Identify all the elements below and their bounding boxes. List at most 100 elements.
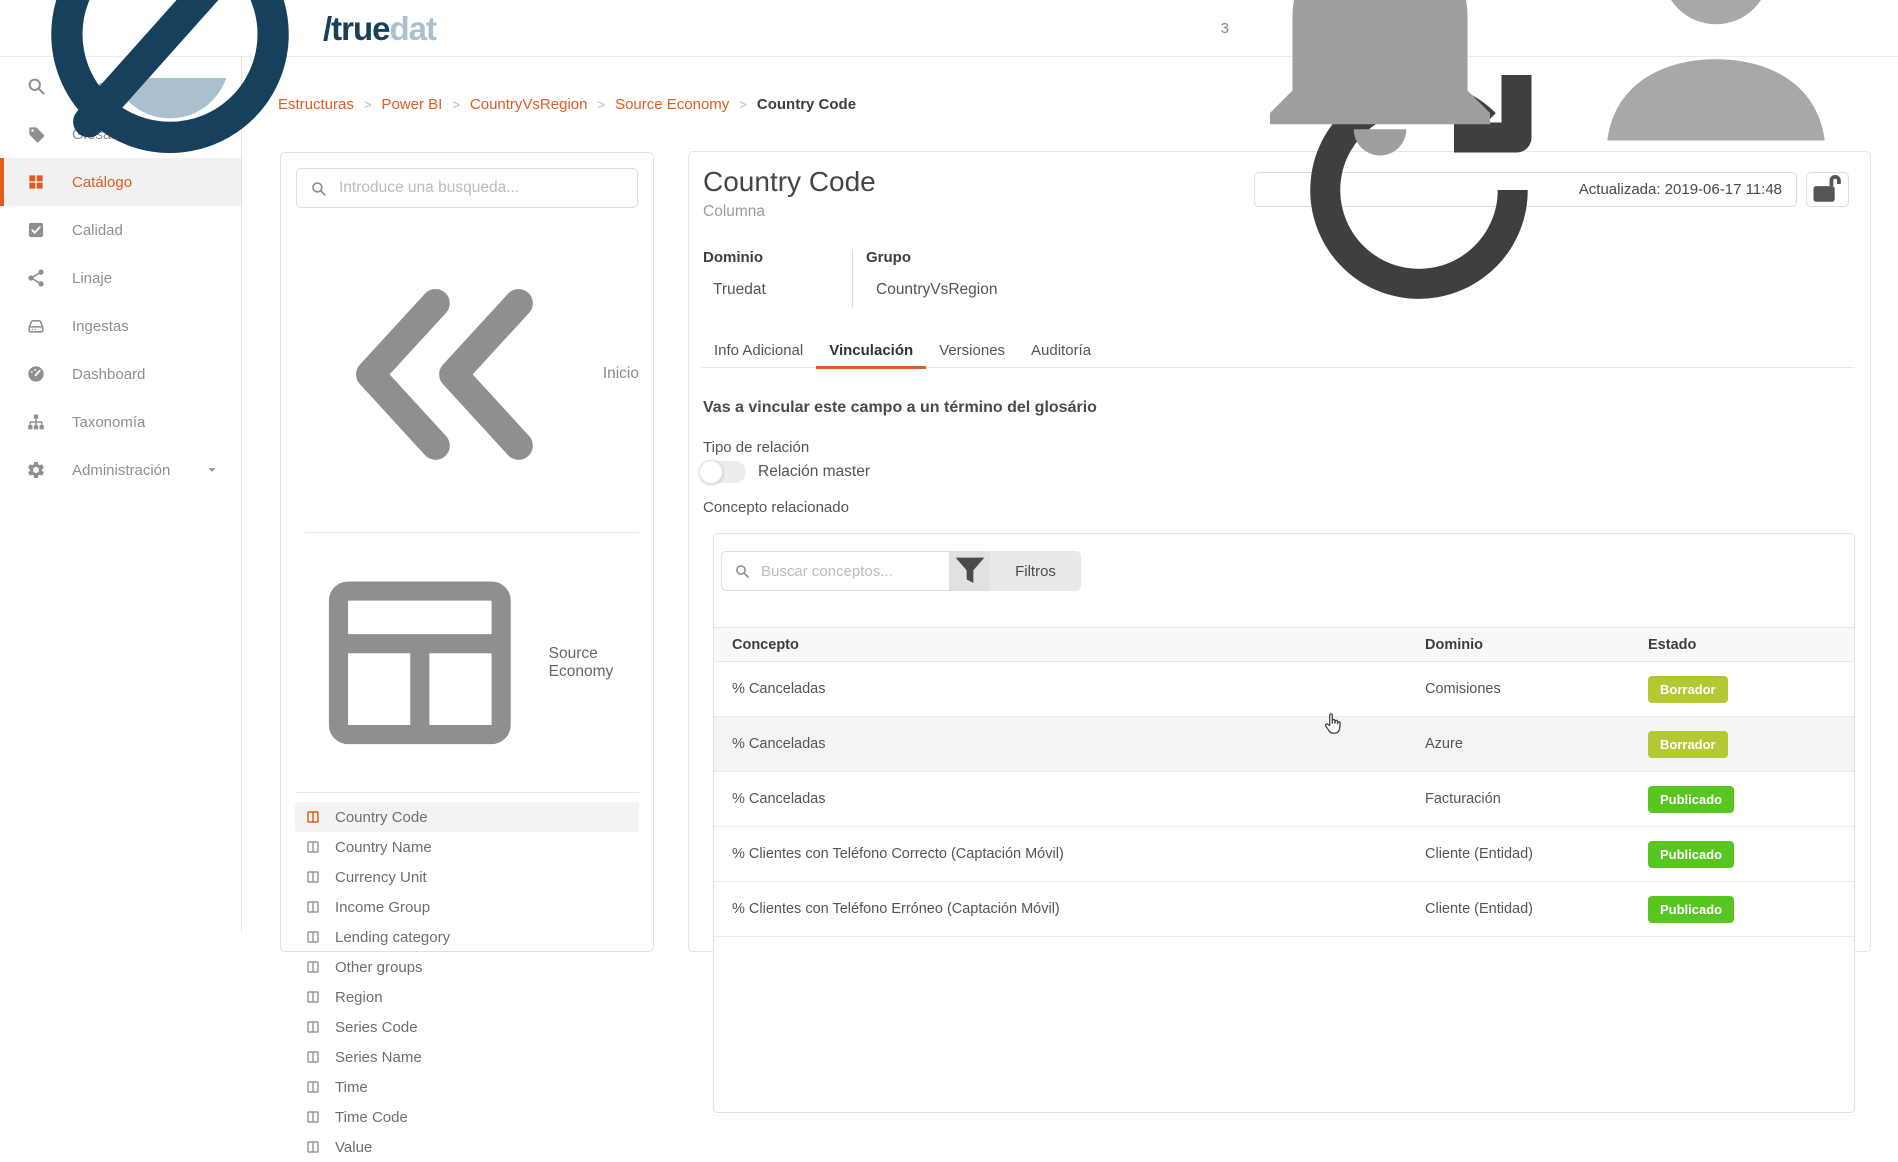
status-badge: Publicado — [1648, 786, 1734, 813]
sidebar-item-administracion[interactable]: Administración — [0, 446, 241, 494]
check-square-icon — [26, 220, 46, 240]
cell-dominio: Azure — [1425, 717, 1648, 772]
table-row[interactable]: % Clientes con Teléfono Erróneo (Captaci… — [714, 882, 1854, 937]
tab-auditoria[interactable]: Auditoría — [1018, 334, 1104, 367]
user-icon — [1566, 0, 1866, 178]
cell-concepto: % Canceladas — [714, 772, 1425, 827]
tab-vinculacion[interactable]: Vinculación — [816, 334, 926, 367]
status-badge: Publicado — [1648, 841, 1734, 868]
toggle-knob — [699, 460, 723, 484]
breadcrumb-link-countryvsregion[interactable]: CountryVsRegion — [470, 96, 588, 113]
column-icon — [305, 1139, 321, 1155]
caret-down-icon — [205, 463, 219, 477]
column-item-value[interactable]: Value — [295, 1132, 639, 1162]
breadcrumb-current: Country Code — [757, 96, 856, 113]
relation-master-toggle[interactable] — [700, 461, 746, 483]
breadcrumb-link-source-economy[interactable]: Source Economy — [615, 96, 729, 113]
sidebar: Búsqueda Glosario Catálogo Calidad Linaj… — [0, 57, 242, 932]
header-estado: Estado — [1648, 628, 1854, 662]
sitemap-icon — [26, 412, 46, 432]
column-list: Country Code Country Name Currency Unit … — [295, 802, 639, 1162]
owl-logo-icon — [20, 0, 320, 178]
parent-table-item[interactable]: Source Economy — [295, 533, 639, 794]
sidebar-item-linaje[interactable]: Linaje — [0, 254, 241, 302]
cell-dominio: Comisiones — [1425, 662, 1648, 717]
column-item-lending-category[interactable]: Lending category — [295, 922, 639, 952]
cell-concepto: % Canceladas — [714, 662, 1425, 717]
dominio-label: Dominio — [703, 249, 852, 266]
breadcrumb-separator: > — [597, 97, 605, 112]
search-icon — [310, 180, 327, 197]
concept-search-input[interactable] — [761, 563, 937, 580]
notifications-button[interactable]: 3 — [1221, 0, 1530, 178]
column-icon — [305, 1019, 321, 1035]
breadcrumb-separator: > — [452, 97, 460, 112]
filter-funnel-button[interactable] — [950, 551, 990, 591]
column-icon — [305, 1049, 321, 1065]
top-navbar: /truedat 3 — [0, 0, 1898, 57]
sidebar-item-calidad[interactable]: Calidad — [0, 206, 241, 254]
column-item-region[interactable]: Region — [295, 982, 639, 1012]
sidebar-item-taxonomia[interactable]: Taxonomía — [0, 398, 241, 446]
column-icon — [305, 1079, 321, 1095]
column-item-time-code[interactable]: Time Code — [295, 1102, 639, 1132]
column-item-series-code[interactable]: Series Code — [295, 1012, 639, 1042]
grupo-value: CountryVsRegion — [866, 281, 997, 299]
column-item-series-name[interactable]: Series Name — [295, 1042, 639, 1072]
table-row[interactable]: % Canceladas Facturación Publicado — [714, 772, 1854, 827]
back-to-inicio-link[interactable]: Inicio — [305, 232, 639, 533]
column-icon — [305, 1109, 321, 1125]
table-row[interactable]: % Clientes con Teléfono Correcto (Captac… — [714, 827, 1854, 882]
chevrons-left-icon — [305, 232, 590, 517]
table-header-row: Concepto Dominio Estado — [714, 628, 1854, 662]
concepts-table: Concepto Dominio Estado % Canceladas Com… — [714, 627, 1854, 937]
logo-text: /truedat — [323, 12, 436, 45]
sidebar-item-dashboard[interactable]: Dashboard — [0, 350, 241, 398]
grupo-label: Grupo — [866, 249, 997, 266]
user-menu-button[interactable] — [1566, 0, 1866, 178]
relation-type-label: Tipo de relación — [703, 439, 809, 456]
column-icon — [305, 809, 321, 825]
structure-search-input[interactable] — [339, 179, 624, 197]
table-icon — [305, 548, 535, 778]
header-concepto: Concepto — [714, 628, 1425, 662]
column-item-country-code[interactable]: Country Code — [295, 802, 639, 832]
drive-icon — [26, 316, 46, 336]
cell-dominio: Cliente (Entidad) — [1425, 827, 1648, 882]
relation-master-label: Relación master — [758, 463, 870, 481]
dominio-value: Truedat — [703, 281, 852, 299]
link-section-heading: Vas a vincular este campo a un término d… — [703, 399, 1097, 417]
column-icon — [305, 959, 321, 975]
cell-concepto: % Clientes con Teléfono Correcto (Captac… — [714, 827, 1425, 882]
cell-dominio: Facturación — [1425, 772, 1648, 827]
header-dominio: Dominio — [1425, 628, 1648, 662]
tab-info-adicional[interactable]: Info Adicional — [701, 334, 816, 367]
sidebar-item-ingestas[interactable]: Ingestas — [0, 302, 241, 350]
funnel-icon — [950, 551, 990, 591]
column-item-other-groups[interactable]: Other groups — [295, 952, 639, 982]
structure-type-label: Columna — [703, 203, 765, 221]
column-item-income-group[interactable]: Income Group — [295, 892, 639, 922]
structure-panel: Inicio Source Economy Country Code Count… — [280, 152, 654, 952]
status-badge: Borrador — [1648, 731, 1728, 758]
status-badge: Borrador — [1648, 676, 1728, 703]
related-concept-label: Concepto relacionado — [703, 499, 849, 516]
tab-versiones[interactable]: Versiones — [926, 334, 1018, 367]
cell-dominio: Cliente (Entidad) — [1425, 882, 1648, 937]
column-icon — [305, 899, 321, 915]
cell-concepto: % Clientes con Teléfono Erróneo (Captaci… — [714, 882, 1425, 937]
gauge-icon — [26, 364, 46, 384]
concept-card: Filtros Concepto Dominio Estado % Cancel… — [713, 533, 1855, 1113]
filters-button[interactable]: Filtros — [990, 551, 1081, 591]
truedat-logo[interactable]: /truedat — [20, 0, 436, 178]
table-row[interactable]: % Canceladas Azure Borrador — [714, 717, 1854, 772]
gear-icon — [26, 460, 46, 480]
breadcrumb-separator: > — [739, 97, 747, 112]
bell-icon — [1230, 0, 1530, 178]
column-icon — [305, 869, 321, 885]
column-item-time[interactable]: Time — [295, 1072, 639, 1102]
column-item-currency-unit[interactable]: Currency Unit — [295, 862, 639, 892]
column-item-country-name[interactable]: Country Name — [295, 832, 639, 862]
table-row[interactable]: % Canceladas Comisiones Borrador — [714, 662, 1854, 717]
notification-count: 3 — [1221, 20, 1229, 37]
